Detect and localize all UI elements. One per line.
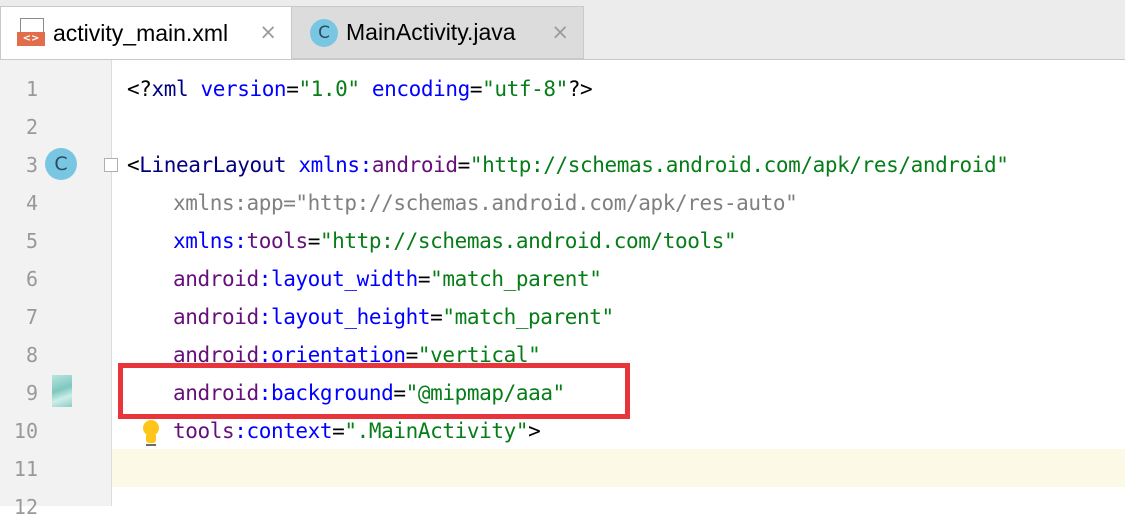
close-icon[interactable]: × xyxy=(551,20,569,44)
lightbulb-icon[interactable] xyxy=(141,418,161,446)
xml-file-icon: <> xyxy=(17,18,45,48)
annotation-highlight-box xyxy=(118,363,630,419)
tab-activity-main-xml[interactable]: <> activity_main.xml × xyxy=(0,6,292,59)
code-line-7: android:layout_height="match_parent" xyxy=(173,305,614,329)
line-number: 2 xyxy=(25,115,38,139)
code-line-6: android:layout_width="match_parent" xyxy=(173,267,602,291)
line-number: 10 xyxy=(13,419,38,443)
java-class-icon: C xyxy=(310,18,338,47)
line-number: 12 xyxy=(13,495,38,519)
code-line-1: <?xml version="1.0" encoding="utf-8"?> xyxy=(127,77,593,101)
line-number: 5 xyxy=(25,229,38,253)
code-line-3: <LinearLayout xmlns:android="http://sche… xyxy=(127,153,1009,177)
line-number: 7 xyxy=(25,305,38,329)
line-number: 9 xyxy=(25,381,38,405)
line-number: 11 xyxy=(13,457,38,481)
line-number: 8 xyxy=(25,343,38,367)
code-line-4: xmlns:app="http://schemas.android.com/ap… xyxy=(173,191,798,215)
line-number: 6 xyxy=(25,267,38,291)
tab-label: MainActivity.java xyxy=(346,19,516,45)
tab-label: activity_main.xml xyxy=(53,19,229,46)
code-line-5: xmlns:tools="http://schemas.android.com/… xyxy=(173,229,737,253)
line-number: 1 xyxy=(25,77,38,101)
line-number: 4 xyxy=(25,191,38,215)
close-icon[interactable]: × xyxy=(259,20,277,44)
tab-main-activity-java[interactable]: C MainActivity.java × xyxy=(292,6,584,59)
editor-tab-bar: <> activity_main.xml × C MainActivity.ja… xyxy=(0,0,1125,60)
line-number: 3 xyxy=(25,153,38,177)
